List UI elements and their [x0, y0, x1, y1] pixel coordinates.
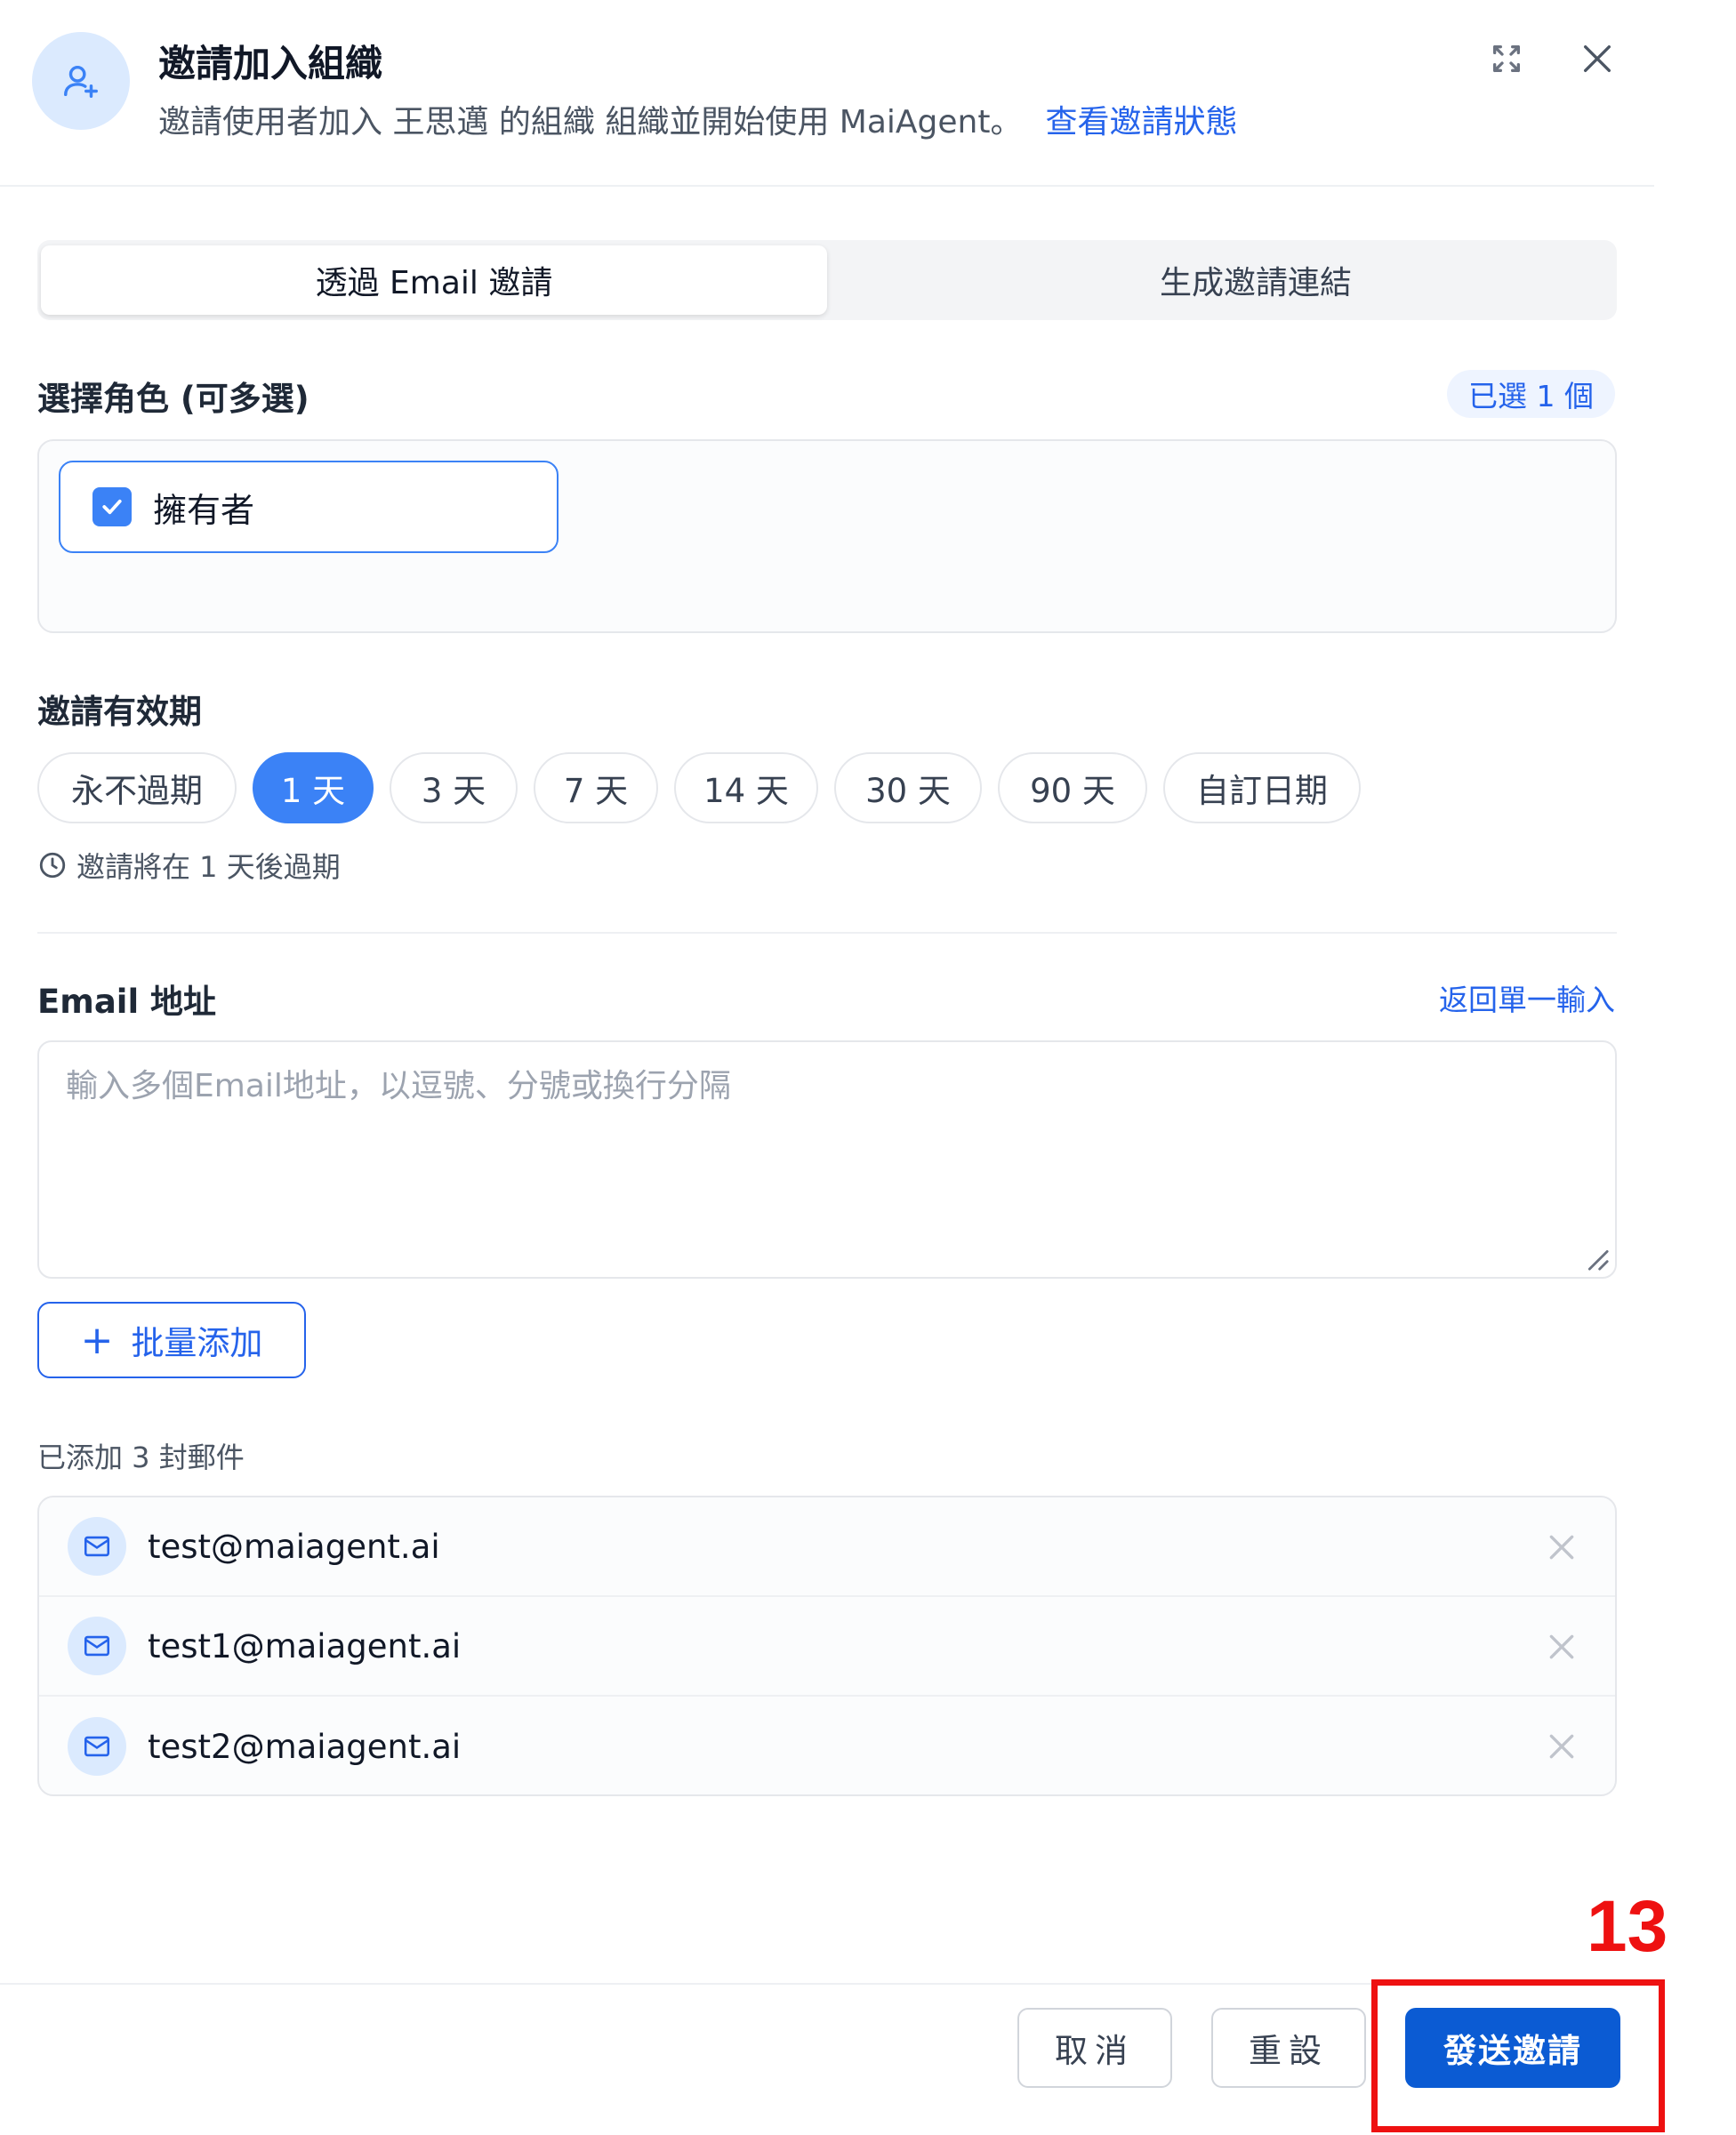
checkbox-checked-icon[interactable]: [92, 487, 132, 526]
tab-generate-link[interactable]: 生成邀請連結: [863, 245, 1649, 315]
expiry-option-14-days[interactable]: 14 天: [674, 752, 818, 823]
reset-button[interactable]: 重設: [1211, 2008, 1366, 2088]
role-label: 擁有者: [153, 490, 255, 530]
expiry-option-never[interactable]: 永不過期: [37, 752, 237, 823]
added-email-list: test@maiagent.ai test1@maiagent.ai test2…: [37, 1496, 1617, 1796]
email-address: test@maiagent.ai: [148, 1527, 440, 1566]
modal-header: 邀請加入組織 邀請使用者加入 王思邁 的組織 組織並開始使用 MaiAgent。…: [0, 0, 1654, 187]
back-to-single-input-link[interactable]: 返回單一輸入: [1439, 976, 1615, 1019]
email-address: test2@maiagent.ai: [148, 1727, 462, 1766]
plus-icon: +: [80, 1317, 114, 1363]
expiry-options: 永不過期 1 天 3 天 7 天 14 天 30 天 90 天 自訂日期: [37, 752, 1377, 823]
email-address: test1@maiagent.ai: [148, 1626, 462, 1665]
email-textarea-placeholder: 輸入多個Email地址，以逗號、分號或換行分隔: [66, 1068, 731, 1104]
section-divider: [37, 932, 1617, 934]
role-section-label: 選擇角色 (可多選): [37, 380, 309, 418]
modal-title: 邀請加入組織: [158, 42, 383, 85]
email-list-item: test@maiagent.ai: [39, 1497, 1615, 1597]
role-options-box: 擁有者: [37, 439, 1617, 633]
email-list-item: test1@maiagent.ai: [39, 1597, 1615, 1697]
remove-email-icon[interactable]: [1544, 1529, 1579, 1565]
email-list-item: test2@maiagent.ai: [39, 1697, 1615, 1794]
expiry-option-90-days[interactable]: 90 天: [998, 752, 1147, 823]
email-textarea[interactable]: 輸入多個Email地址，以逗號、分號或換行分隔: [37, 1040, 1617, 1279]
expiry-section-label: 邀請有效期: [37, 693, 202, 731]
expiry-note: 邀請將在 1 天後過期: [37, 845, 341, 886]
expiry-option-custom-date[interactable]: 自訂日期: [1163, 752, 1361, 823]
subtitle-text: 邀請使用者加入 王思邁 的組織 組織並開始使用 MaiAgent。: [158, 104, 1023, 140]
added-email-count: 已添加 3 封郵件: [37, 1441, 245, 1474]
tab-email-invite[interactable]: 透過 Email 邀請: [41, 245, 827, 315]
expiry-option-7-days[interactable]: 7 天: [534, 752, 658, 823]
invite-method-tabs: 透過 Email 邀請 生成邀請連結: [37, 240, 1617, 320]
remove-email-icon[interactable]: [1544, 1729, 1579, 1764]
remove-email-icon[interactable]: [1544, 1629, 1579, 1665]
mail-icon: [68, 1517, 126, 1576]
resize-handle-icon[interactable]: [1579, 1241, 1610, 1272]
selected-count-badge: 已選 1 個: [1447, 370, 1615, 418]
bulk-add-label: 批量添加: [131, 1324, 263, 1362]
expiry-option-1-day[interactable]: 1 天: [253, 752, 374, 823]
view-invite-status-link[interactable]: 查看邀請狀態: [1045, 104, 1237, 140]
cancel-button[interactable]: 取消: [1017, 2008, 1172, 2088]
role-option-owner[interactable]: 擁有者: [59, 461, 559, 553]
mail-icon: [68, 1617, 126, 1675]
bulk-add-button[interactable]: + 批量添加: [37, 1302, 306, 1378]
step-number-annotation: 13: [1587, 1886, 1668, 1967]
close-icon[interactable]: [1578, 39, 1617, 78]
modal-subtitle: 邀請使用者加入 王思邁 的組織 組織並開始使用 MaiAgent。 查看邀請狀態: [158, 96, 1237, 142]
mail-icon: [68, 1717, 126, 1776]
step-highlight-box: [1371, 1979, 1665, 2132]
add-user-icon: [32, 32, 130, 130]
email-section-label: Email 地址: [37, 983, 217, 1021]
expand-icon[interactable]: [1487, 39, 1526, 78]
expiry-option-3-days[interactable]: 3 天: [390, 752, 518, 823]
expiry-option-30-days[interactable]: 30 天: [834, 752, 982, 823]
clock-icon: [37, 850, 68, 880]
expiry-note-text: 邀請將在 1 天後過期: [76, 850, 341, 884]
